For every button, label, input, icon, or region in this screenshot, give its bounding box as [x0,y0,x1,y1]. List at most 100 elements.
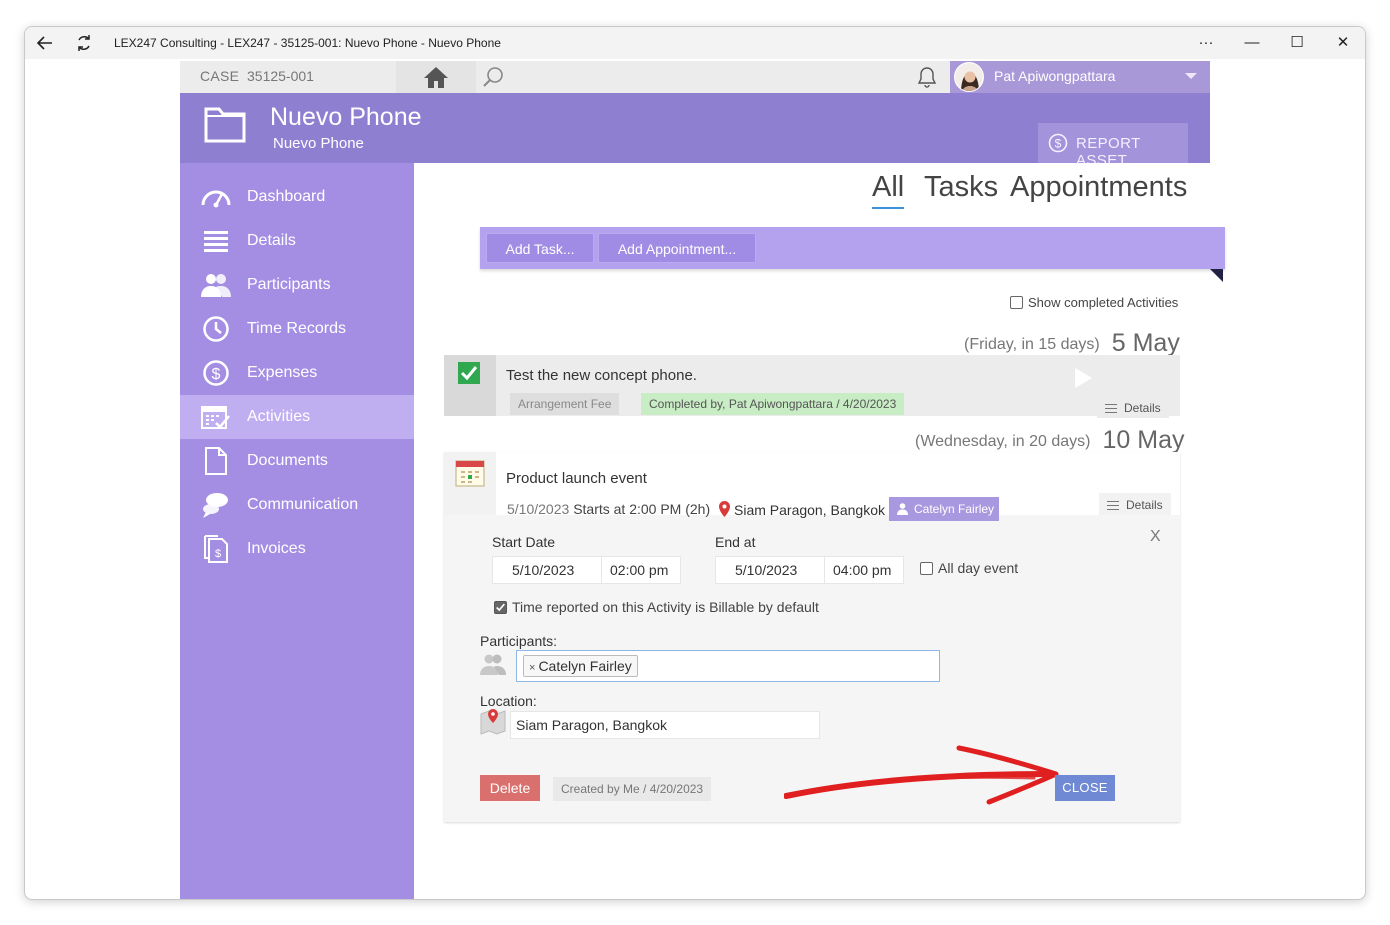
chevron-down-icon[interactable] [1184,69,1198,83]
show-completed-toggle[interactable]: Show completed Activities [1010,295,1178,310]
user-menu[interactable]: Pat Apiwongpattara [950,61,1210,93]
play-icon[interactable] [1073,367,1093,389]
end-date-input[interactable]: 5/10/2023 [715,556,825,584]
sidebar-item-label: Invoices [247,540,306,557]
more-options-button[interactable]: ··· [1195,33,1217,53]
all-day-label: All day event [938,560,1019,576]
tab-appointments[interactable]: Appointments [1010,171,1187,204]
participants-label: Participants: [480,633,558,649]
sidebar-item-time-records[interactable]: Time Records [180,307,414,351]
case-number: 35125-001 [247,68,314,84]
remove-participant-button[interactable]: × [529,662,535,674]
add-appointment-button[interactable]: Add Appointment... [598,233,756,263]
all-day-toggle[interactable]: All day event [920,560,1018,576]
date-label: 10 May [1102,426,1185,454]
task-title: Test the new concept phone. [506,367,697,384]
action-bar: Add Task... Add Appointment... [480,227,1225,269]
people-icon [480,654,506,675]
participant-chip-label: Catelyn Fairley [914,502,995,516]
details-toggle[interactable]: Details [1097,396,1169,418]
close-editor-x[interactable]: X [1150,528,1161,546]
sidebar-item-label: Expenses [247,364,318,381]
tab-all[interactable]: All [872,171,904,204]
bell-icon[interactable] [915,65,939,89]
tab-tasks[interactable]: Tasks [924,171,998,204]
map-pin-icon [719,501,730,517]
dollar-circle-icon: $ [1048,133,1068,153]
app-frame: CASE 35125-001 Pat Apiwongpattara Nuevo … [180,61,1225,899]
appointment-title: Product launch event [506,470,647,487]
start-date-input[interactable]: 5/10/2023 [492,556,602,584]
sidebar-item-label: Participants [247,276,331,293]
sidebar-item-label: Dashboard [247,188,326,205]
billable-toggle[interactable]: Time reported on this Activity is Billab… [494,599,819,615]
report-asset-button[interactable]: $ REPORT ASSET [1038,123,1188,169]
add-task-button[interactable]: Add Task... [486,233,594,263]
sidebar-item-details[interactable]: Details [180,219,414,263]
menu-lines-icon [1107,501,1119,510]
created-by-tag: Created by Me / 4/20/2023 [553,777,712,801]
sidebar-item-expenses[interactable]: $ Expenses [180,351,414,395]
details-label: Details [1124,401,1161,415]
appointment-location: Siam Paragon, Bangkok [734,502,885,518]
search-icon[interactable] [482,66,504,88]
sidebar-item-participants[interactable]: Participants [180,263,414,307]
participant-tag[interactable]: × Catelyn Fairley [523,655,638,677]
all-day-checkbox[interactable] [920,562,933,575]
folder-icon [204,107,246,143]
document-icon [205,447,227,475]
date-relative: (Friday, in 15 days) [964,336,1100,353]
participant-chip[interactable]: Catelyn Fairley [889,497,999,521]
delete-button[interactable]: Delete [480,775,540,801]
appointment-time: 5/10/2023 Starts at 2:00 PM (2h) [507,501,710,517]
sidebar-item-label: Time Records [247,320,346,337]
page-title: Nuevo Phone [270,103,422,131]
gauge-icon [201,190,231,208]
back-arrow-icon[interactable] [35,33,55,53]
date-header-10-may: (Wednesday, in 20 days) 10 May [915,426,1184,455]
appointment-summary[interactable]: Product launch event 5/10/2023 Starts at… [444,452,1180,521]
menu-lines-icon [1105,404,1117,413]
top-bar: CASE 35125-001 Pat Apiwongpattara [180,61,1210,93]
show-completed-checkbox[interactable] [1010,296,1023,309]
start-time-input[interactable]: 02:00 pm [601,556,681,584]
location-input[interactable]: Siam Paragon, Bangkok [510,711,820,739]
sidebar-item-label: Documents [247,452,328,469]
end-time-input[interactable]: 04:00 pm [824,556,904,584]
details-toggle[interactable]: Details [1099,493,1171,515]
completed-tag: Completed by, Pat Apiwongpattara / 4/20/… [641,393,905,415]
checkbox-checked-icon[interactable] [457,361,481,385]
chat-bubbles-icon [203,493,228,518]
participants-input[interactable]: × Catelyn Fairley [516,650,940,682]
appointment-card: Product launch event 5/10/2023 Starts at… [444,452,1180,822]
appointment-starts: Starts at 2:00 PM (2h) [573,501,711,517]
sidebar-item-label: Details [247,232,296,249]
details-label: Details [1126,498,1163,512]
sidebar-item-invoices[interactable]: $ Invoices [180,527,414,571]
list-icon [204,231,228,252]
active-tab-indicator [872,207,904,209]
reload-icon[interactable] [74,33,94,53]
maximize-button[interactable]: ☐ [1286,33,1308,53]
sidebar-item-documents[interactable]: Documents [180,439,414,483]
sidebar-item-communication[interactable]: Communication [180,483,414,527]
participant-tag-label: Catelyn Fairley [538,658,632,674]
sidebar-item-activities[interactable]: Activities [180,395,414,439]
svg-text:$: $ [1055,137,1062,151]
action-bar-corner [1210,269,1223,282]
location-label: Location: [480,693,537,709]
case-header: Nuevo Phone Nuevo Phone $ REPORT ASSET [180,93,1210,169]
close-button[interactable]: CLOSE [1055,775,1115,801]
home-icon[interactable] [423,65,449,89]
task-card[interactable]: Test the new concept phone. Arrangement … [444,355,1180,418]
sidebar-item-dashboard[interactable]: Dashboard [180,175,414,219]
window-title: LEX247 Consulting - LEX247 - 35125-001: … [114,36,501,50]
red-arrow-annotation [784,745,1059,805]
title-bar: LEX247 Consulting - LEX247 - 35125-001: … [25,27,1365,59]
calendar-check-icon [201,406,230,429]
billable-checkbox[interactable] [494,601,507,614]
close-window-button[interactable]: ✕ [1332,33,1354,53]
avatar [954,62,984,92]
minimize-button[interactable]: — [1241,33,1263,53]
task-status-tile[interactable] [444,355,496,416]
